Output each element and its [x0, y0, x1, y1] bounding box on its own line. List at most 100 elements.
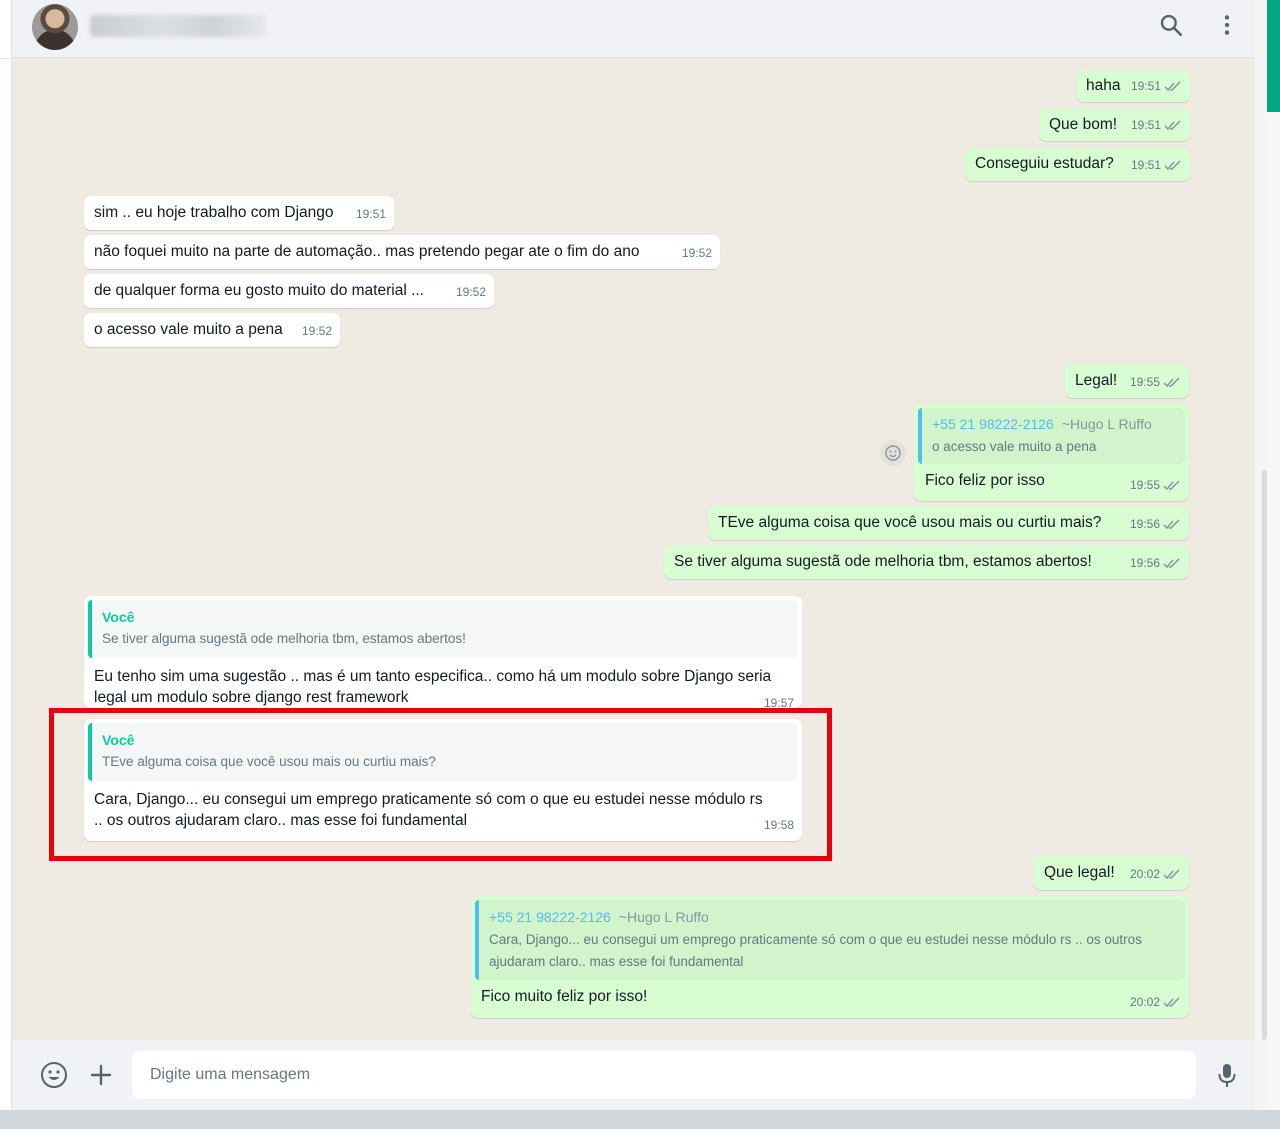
message-text: Conseguiu estudar? [975, 155, 1114, 172]
message-time: 19:51 [1130, 118, 1161, 132]
message-composer [12, 1040, 1267, 1110]
quote-text: o acesso vale muito a pena [932, 439, 1097, 454]
read-ticks-icon [1163, 997, 1180, 1008]
message-time: 19:51 [355, 207, 386, 221]
message-time: 19:57 [763, 696, 794, 708]
message-text: Fico feliz por isso [925, 472, 1045, 489]
read-ticks-icon [1164, 81, 1181, 92]
message-bubble-out[interactable]: Que bom! 19:51 [1039, 109, 1190, 141]
quote-author: Você [102, 732, 135, 748]
message-bubble-out[interactable]: Conseguiu estudar? 19:51 [965, 148, 1190, 181]
chat-header [12, 0, 1267, 58]
window-accent-bar [1267, 0, 1280, 112]
message-meta: 19:51 [1131, 155, 1182, 176]
left-panel-edge [0, 0, 12, 1110]
message-bubble-out[interactable]: Legal! 19:55 [1065, 364, 1189, 398]
message-bubble-out[interactable]: +55 21 98222-2126 ~Hugo L Ruffo o acesso … [914, 404, 1189, 501]
read-ticks-icon [1163, 519, 1180, 530]
message-bubble-in[interactable]: Você TEve alguma coisa que você usou mai… [84, 719, 802, 841]
quote-author: Você [102, 609, 135, 625]
message-text: de qualquer forma eu gosto muito do mate… [94, 282, 424, 299]
window-bottom-edge [0, 1110, 1280, 1129]
message-meta: 19:57 [764, 693, 794, 708]
message-meta: 19:51 [1131, 115, 1182, 136]
message-meta: 20:02 [1130, 864, 1181, 885]
message-text: o acesso vale muito a pena [94, 321, 283, 338]
message-time: 19:56 [1129, 517, 1160, 531]
message-text: Se tiver alguma sugestã ode melhoria tbm… [674, 553, 1092, 570]
message-time: 19:58 [763, 818, 794, 832]
attach-plus-icon[interactable] [86, 1060, 116, 1090]
quote-header: +55 21 98222-2126 ~Hugo L Ruffo [932, 413, 1175, 436]
message-meta: 19:52 [456, 282, 486, 303]
quoted-message[interactable]: +55 21 98222-2126 ~Hugo L Ruffo Cara, Dja… [475, 900, 1185, 980]
message-meta: 19:52 [302, 321, 332, 342]
quote-phone: +55 21 98222-2126 [489, 909, 611, 925]
message-time: 19:55 [1129, 375, 1160, 389]
message-text: Legal! [1075, 372, 1118, 389]
message-time: 19:51 [1130, 158, 1161, 172]
quote-text: Se tiver alguma sugestã ode melhoria tbm… [102, 631, 466, 646]
message-text: Cara, Django... eu consegui um emprego p… [94, 791, 763, 829]
search-icon[interactable] [1158, 12, 1184, 38]
message-text: TEve alguma coisa que você usou mais ou … [718, 514, 1102, 531]
message-bubble-in[interactable]: o acesso vale muito a pena 19:52 [84, 313, 340, 347]
message-meta: 19:55 [1130, 372, 1181, 393]
message-time: 19:52 [455, 285, 486, 299]
message-text: Fico muito feliz por isso! [481, 988, 648, 1005]
read-ticks-icon [1164, 120, 1181, 131]
message-text: haha [1086, 77, 1121, 94]
message-bubble-in[interactable]: Você Se tiver alguma sugestã ode melhori… [84, 596, 802, 708]
message-bubble-out[interactable]: TEve alguma coisa que você usou mais ou … [708, 506, 1189, 540]
menu-icon[interactable] [1214, 12, 1240, 38]
message-meta: 19:52 [682, 243, 712, 264]
message-meta: 20:02 [1130, 992, 1181, 1013]
quoted-message[interactable]: +55 21 98222-2126 ~Hugo L Ruffo o acesso … [918, 408, 1185, 464]
message-text: Que legal! [1044, 864, 1115, 881]
read-ticks-icon [1164, 160, 1181, 171]
message-meta: 19:56 [1130, 514, 1181, 535]
quote-sender-name: ~Hugo L Ruffo [618, 909, 709, 925]
message-time: 19:55 [1129, 478, 1160, 492]
message-text: não foquei muito na parte de automação..… [94, 243, 640, 260]
read-ticks-icon [1163, 558, 1180, 569]
message-text: Que bom! [1049, 116, 1118, 133]
avatar[interactable] [32, 4, 78, 50]
message-bubble-in[interactable]: não foquei muito na parte de automação..… [84, 235, 720, 269]
message-text: Eu tenho sim uma sugestão .. mas é um ta… [94, 668, 772, 706]
message-meta: 19:51 [1131, 76, 1182, 97]
message-bubble-in[interactable]: sim .. eu hoje trabalho com Django 19:51 [84, 196, 394, 230]
microphone-icon[interactable] [1212, 1060, 1242, 1090]
message-bubble-out[interactable]: +55 21 98222-2126 ~Hugo L Ruffo Cara, Dja… [471, 896, 1189, 1018]
contact-name[interactable] [90, 15, 266, 37]
read-ticks-icon [1163, 480, 1180, 491]
message-time: 20:02 [1129, 867, 1160, 881]
message-meta: 19:55 [1130, 475, 1181, 496]
message-bubble-out[interactable]: Que legal! 20:02 [1034, 856, 1189, 890]
message-time: 19:52 [301, 324, 332, 338]
quote-text: Cara, Django... eu consegui um emprego p… [489, 932, 1142, 969]
quote-phone: +55 21 98222-2126 [932, 416, 1054, 432]
message-time: 19:56 [1129, 556, 1160, 570]
message-meta: 19:58 [764, 815, 794, 836]
message-bubble-in[interactable]: de qualquer forma eu gosto muito do mate… [84, 274, 494, 308]
quote-sender-name: ~Hugo L Ruffo [1061, 416, 1152, 432]
message-time: 20:02 [1129, 995, 1160, 1009]
window-edge [1267, 112, 1280, 1110]
message-bubble-out[interactable]: haha 19:51 [1076, 70, 1190, 102]
chat-panel: haha 19:51 Que bom! 19:51 Conseguiu estu… [12, 0, 1267, 1110]
message-bubble-out[interactable]: Se tiver alguma sugestã ode melhoria tbm… [664, 545, 1189, 579]
message-time: 19:52 [681, 246, 712, 260]
message-meta: 19:51 [356, 204, 386, 225]
message-text: sim .. eu hoje trabalho com Django [94, 204, 334, 221]
quoted-message[interactable]: Você TEve alguma coisa que você usou mai… [88, 723, 798, 781]
quoted-message[interactable]: Você Se tiver alguma sugestã ode melhori… [88, 600, 798, 658]
message-input[interactable] [132, 1051, 1196, 1099]
read-ticks-icon [1163, 377, 1180, 388]
emoji-icon[interactable] [39, 1060, 69, 1090]
emoji-reaction-icon[interactable] [880, 440, 906, 466]
read-ticks-icon [1163, 869, 1180, 880]
message-time: 19:51 [1130, 79, 1161, 93]
quote-text: TEve alguma coisa que você usou mais ou … [102, 754, 436, 769]
message-meta: 19:56 [1130, 553, 1181, 574]
